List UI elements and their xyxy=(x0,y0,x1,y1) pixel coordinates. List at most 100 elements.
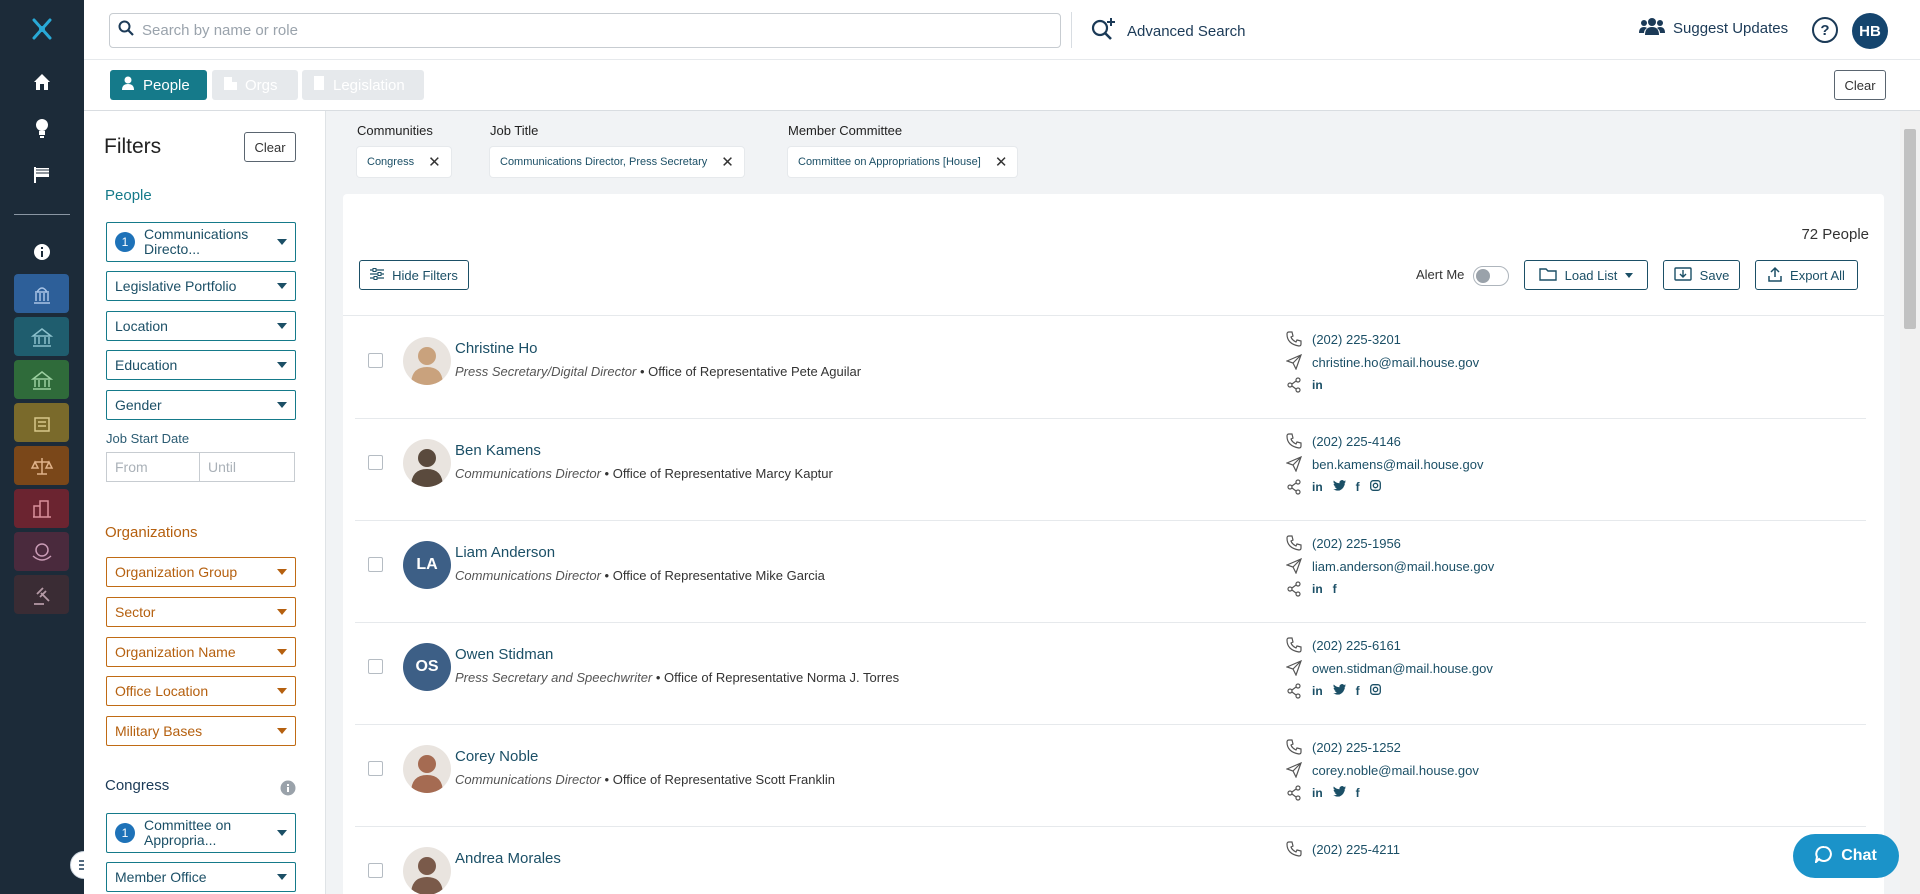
date-until-input[interactable]: Until xyxy=(199,452,295,482)
person-office[interactable]: Office of Representative Scott Franklin xyxy=(613,772,835,787)
search-box[interactable] xyxy=(109,13,1061,48)
date-from-input[interactable]: From xyxy=(106,452,200,482)
gender-filter[interactable]: Gender xyxy=(106,390,296,420)
instagram-icon[interactable] xyxy=(1369,480,1381,494)
facebook-icon[interactable]: f xyxy=(1356,786,1360,800)
facebook-icon[interactable]: f xyxy=(1333,582,1337,596)
scales-tile-icon[interactable] xyxy=(14,446,69,485)
email-address[interactable]: liam.anderson@mail.house.gov xyxy=(1312,559,1494,574)
close-icon[interactable]: ✕ xyxy=(995,153,1008,171)
load-list-button[interactable]: Load List xyxy=(1524,260,1648,290)
person-row[interactable]: LA Liam Anderson Communications Director •… xyxy=(355,521,1866,623)
email-address[interactable]: owen.stidman@mail.house.gov xyxy=(1312,661,1493,676)
office-location-filter[interactable]: Office Location xyxy=(106,676,296,706)
app-logo-icon[interactable] xyxy=(28,14,56,44)
row-checkbox[interactable] xyxy=(368,353,383,368)
person-name[interactable]: Owen Stidman xyxy=(455,646,553,663)
search-input[interactable] xyxy=(142,22,1060,39)
person-name[interactable]: Christine Ho xyxy=(455,340,538,357)
globe-hands-tile-icon[interactable] xyxy=(14,532,69,571)
organization-name-filter[interactable]: Organization Name xyxy=(106,637,296,667)
person-photo[interactable] xyxy=(403,745,451,793)
person-photo[interactable] xyxy=(403,439,451,487)
row-checkbox[interactable] xyxy=(368,455,383,470)
facebook-icon[interactable]: f xyxy=(1356,480,1360,494)
person-office[interactable]: Office of Representative Pete Aguilar xyxy=(648,364,861,379)
sector-filter[interactable]: Sector xyxy=(106,597,296,627)
tab-people[interactable]: People xyxy=(110,70,207,100)
education-filter[interactable]: Education xyxy=(106,350,296,380)
linkedin-icon[interactable]: in xyxy=(1312,480,1323,494)
close-icon[interactable]: ✕ xyxy=(721,153,734,171)
committee-filter[interactable]: 1 Committee on Appropria... xyxy=(106,813,296,853)
info-icon[interactable] xyxy=(30,240,54,264)
person-name[interactable]: Corey Noble xyxy=(455,748,538,765)
phone-number[interactable]: (202) 225-1252 xyxy=(1312,740,1401,755)
clear-all-button[interactable]: Clear xyxy=(1834,70,1886,100)
phone-number[interactable]: (202) 225-4146 xyxy=(1312,434,1401,449)
person-office[interactable]: Office of Representative Norma J. Torres xyxy=(664,670,899,685)
user-avatar[interactable]: HB xyxy=(1852,13,1888,49)
phone-number[interactable]: (202) 225-6161 xyxy=(1312,638,1401,653)
city-hall-tile-icon[interactable] xyxy=(14,403,69,442)
linkedin-icon[interactable]: in xyxy=(1312,684,1323,698)
chat-button[interactable]: Chat xyxy=(1793,834,1899,878)
alert-me-toggle[interactable] xyxy=(1473,266,1509,286)
person-row[interactable]: Andrea Morales (202) 225-4211 xyxy=(355,827,1866,894)
person-office[interactable]: Office of Representative Mike Garcia xyxy=(613,568,825,583)
government-building-tile-icon[interactable] xyxy=(14,360,69,399)
row-checkbox[interactable] xyxy=(368,761,383,776)
congress-info-icon[interactable] xyxy=(280,780,296,801)
flag-icon[interactable] xyxy=(30,163,54,187)
help-icon[interactable]: ? xyxy=(1812,17,1838,43)
tab-legislation[interactable]: Legislation xyxy=(302,70,424,100)
person-name[interactable]: Andrea Morales xyxy=(455,850,561,867)
twitter-icon[interactable] xyxy=(1332,786,1346,800)
city-tile-icon[interactable] xyxy=(14,489,69,528)
scrollbar-thumb[interactable] xyxy=(1904,129,1916,329)
military-bases-filter[interactable]: Military Bases xyxy=(106,716,296,746)
email-address[interactable]: corey.noble@mail.house.gov xyxy=(1312,763,1479,778)
clear-filters-button[interactable]: Clear xyxy=(244,132,296,162)
facebook-icon[interactable]: f xyxy=(1356,684,1360,698)
home-icon[interactable] xyxy=(30,70,54,94)
person-photo[interactable] xyxy=(403,337,451,385)
job-title-filter[interactable]: 1 Communications Directo... xyxy=(106,222,296,262)
person-row[interactable]: Corey Noble Communications Director • Off… xyxy=(355,725,1866,827)
person-row[interactable]: Ben Kamens Communications Director • Offi… xyxy=(355,419,1866,521)
twitter-icon[interactable] xyxy=(1332,480,1346,494)
legislative-portfolio-filter[interactable]: Legislative Portfolio xyxy=(106,271,296,301)
location-filter[interactable]: Location xyxy=(106,311,296,341)
instagram-icon[interactable] xyxy=(1369,684,1381,698)
save-button[interactable]: Save xyxy=(1663,260,1740,290)
state-house-tile-icon[interactable] xyxy=(14,317,69,356)
email-address[interactable]: ben.kamens@mail.house.gov xyxy=(1312,457,1483,472)
phone-number[interactable]: (202) 225-1956 xyxy=(1312,536,1401,551)
export-all-button[interactable]: Export All xyxy=(1755,260,1858,290)
suggest-updates-button[interactable]: Suggest Updates xyxy=(1639,17,1788,39)
person-avatar[interactable]: LA xyxy=(403,541,451,589)
gavel-tile-icon[interactable] xyxy=(14,575,69,614)
scrollbar[interactable] xyxy=(1900,111,1920,894)
person-name[interactable]: Ben Kamens xyxy=(455,442,541,459)
lightbulb-icon[interactable] xyxy=(30,116,54,140)
person-photo[interactable] xyxy=(403,847,451,894)
linkedin-icon[interactable]: in xyxy=(1312,786,1323,800)
row-checkbox[interactable] xyxy=(368,863,383,878)
hide-filters-button[interactable]: Hide Filters xyxy=(359,260,469,290)
person-name[interactable]: Liam Anderson xyxy=(455,544,555,561)
member-office-filter[interactable]: Member Office xyxy=(106,862,296,892)
phone-number[interactable]: (202) 225-4211 xyxy=(1312,842,1400,857)
close-icon[interactable]: ✕ xyxy=(428,153,441,171)
person-row[interactable]: OS Owen Stidman Press Secretary and Speech… xyxy=(355,623,1866,725)
tab-orgs[interactable]: Orgs xyxy=(212,70,298,100)
email-address[interactable]: christine.ho@mail.house.gov xyxy=(1312,355,1479,370)
row-checkbox[interactable] xyxy=(368,557,383,572)
row-checkbox[interactable] xyxy=(368,659,383,674)
phone-number[interactable]: (202) 225-3201 xyxy=(1312,332,1401,347)
organization-group-filter[interactable]: Organization Group xyxy=(106,557,296,587)
person-office[interactable]: Office of Representative Marcy Kaptur xyxy=(613,466,833,481)
person-row[interactable]: Christine Ho Press Secretary/Digital Dire… xyxy=(355,317,1866,419)
capitol-tile-icon[interactable] xyxy=(14,274,69,313)
twitter-icon[interactable] xyxy=(1332,684,1346,698)
